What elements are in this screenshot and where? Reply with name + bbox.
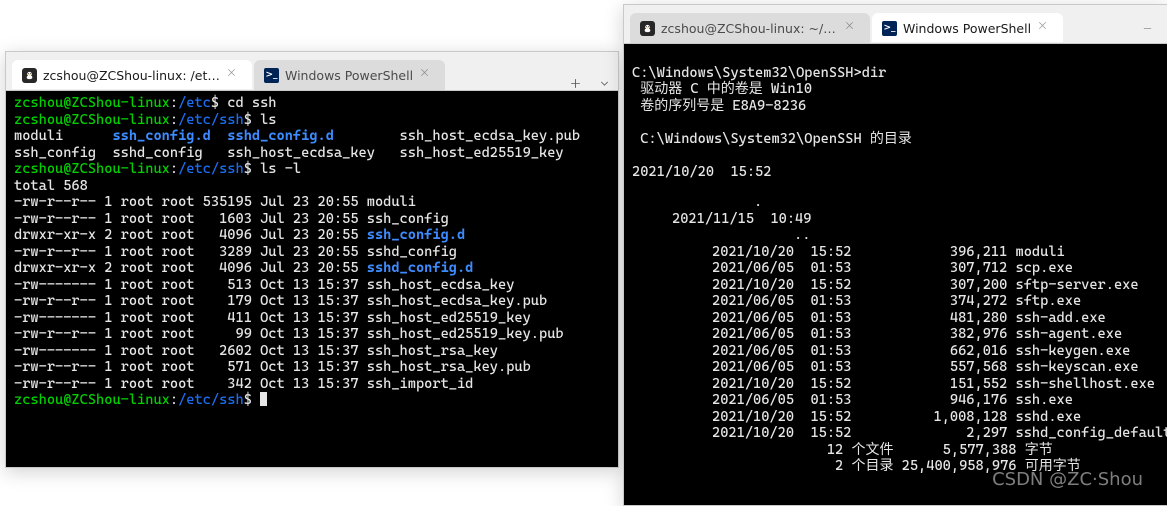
tab-label: zcshou@ZCShou-linux: /etc/ssh bbox=[43, 68, 220, 83]
close-icon bbox=[1037, 20, 1048, 31]
terminal-window-right: zcshou@ZCShou-linux: ~/Docu >_ Windows Pow… bbox=[623, 4, 1167, 506]
powershell-icon: >_ bbox=[264, 68, 279, 83]
cursor bbox=[260, 392, 267, 406]
new-tab-button[interactable] bbox=[560, 77, 590, 90]
close-tab-button[interactable] bbox=[844, 20, 860, 36]
tab-1[interactable]: >_ Windows PowerShell bbox=[872, 13, 1063, 43]
close-tab-button[interactable] bbox=[1037, 20, 1053, 36]
tab-label: Windows PowerShell bbox=[285, 68, 413, 83]
tab-label: zcshou@ZCShou-linux: ~/Docu bbox=[661, 21, 838, 36]
tab-strip-right: zcshou@ZCShou-linux: ~/Docu >_ Windows Pow… bbox=[624, 5, 1125, 43]
minimize-icon bbox=[1142, 23, 1153, 34]
powershell-icon: >_ bbox=[882, 21, 897, 36]
tab-0[interactable]: zcshou@ZCShou-linux: /etc/ssh bbox=[12, 60, 252, 90]
chevron-down-icon bbox=[598, 77, 611, 90]
close-icon bbox=[844, 20, 855, 31]
tab-dropdown-button[interactable] bbox=[590, 77, 618, 90]
tab-0[interactable]: zcshou@ZCShou-linux: ~/Docu bbox=[630, 13, 870, 43]
close-tab-button[interactable] bbox=[419, 67, 435, 83]
linux-icon bbox=[22, 68, 37, 83]
plus-icon bbox=[569, 77, 582, 90]
tab-strip-left: zcshou@ZCShou-linux: /etc/ssh >_ Windows P… bbox=[6, 52, 560, 90]
titlebar-right: zcshou@ZCShou-linux: ~/Docu >_ Windows Pow… bbox=[624, 5, 1167, 44]
window-buttons bbox=[1125, 13, 1167, 43]
terminal-window-left: zcshou@ZCShou-linux: /etc/ssh >_ Windows P… bbox=[5, 51, 619, 468]
minimize-button[interactable] bbox=[1125, 13, 1167, 43]
linux-icon bbox=[640, 21, 655, 36]
terminal-body-left[interactable]: zcshou@ZCShou-linux:/etc$ cd ssh zcshou@… bbox=[6, 91, 618, 467]
close-tab-button[interactable] bbox=[226, 67, 242, 83]
terminal-body-right[interactable]: C:\Windows\System32\OpenSSH>dir 驱动器 C 中的… bbox=[624, 44, 1167, 505]
close-icon bbox=[419, 67, 430, 78]
close-icon bbox=[226, 67, 237, 78]
tab-1[interactable]: >_ Windows PowerShell bbox=[254, 60, 445, 90]
titlebar-left: zcshou@ZCShou-linux: /etc/ssh >_ Windows P… bbox=[6, 52, 618, 91]
tab-label: Windows PowerShell bbox=[903, 21, 1031, 36]
